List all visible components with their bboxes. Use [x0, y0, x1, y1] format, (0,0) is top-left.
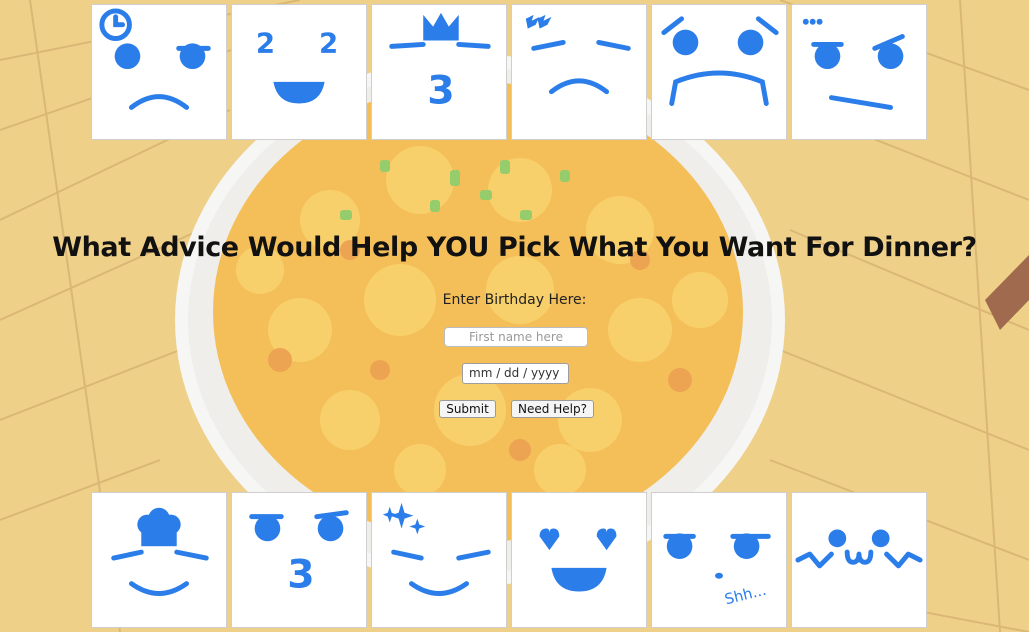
clock-sad-face-tile[interactable] [91, 4, 227, 140]
heart-eyes-face-icon [539, 528, 617, 592]
top-face-row: 2 2 3 [91, 4, 927, 140]
shh-text: Shh... [723, 582, 768, 609]
crown-three-face-tile[interactable]: 3 [371, 4, 507, 140]
dots-skeptical-face-icon [802, 18, 905, 110]
worried-frown-face-icon [661, 16, 779, 106]
owo-face-tile[interactable] [791, 492, 927, 628]
sparkle-smile-face-tile[interactable] [371, 492, 507, 628]
first-name-input[interactable] [444, 327, 588, 347]
shh-face-tile[interactable]: Shh... [651, 492, 787, 628]
need-help-button[interactable]: Need Help? [511, 400, 594, 418]
sparkle-smile-face-icon [382, 502, 491, 596]
shh-face-icon: Shh... [663, 533, 771, 609]
crown-three-face-icon: 3 [389, 12, 491, 114]
three-mouth-face-tile[interactable]: 3 [231, 492, 367, 628]
bottom-face-row: 3 Shh... [91, 492, 927, 628]
heart-eyes-face-tile[interactable] [511, 492, 647, 628]
chef-smile-face-tile[interactable] [91, 492, 227, 628]
worried-frown-face-tile[interactable] [651, 4, 787, 140]
tired-frown-face-tile[interactable] [511, 4, 647, 140]
dots-skeptical-face-tile[interactable] [791, 4, 927, 140]
svg-text:3: 3 [427, 68, 454, 114]
birthday-label: Enter Birthday Here: [442, 292, 587, 308]
chef-smile-face-icon [111, 507, 209, 596]
two-two-happy-face-tile[interactable]: 2 2 [231, 4, 367, 140]
tired-frown-face-icon [525, 14, 631, 95]
svg-text:2: 2 [319, 26, 338, 59]
two-two-happy-face-icon: 2 2 [256, 26, 338, 104]
owo-face-icon [795, 529, 923, 569]
page-title: What Advice Would Help YOU Pick What You… [52, 232, 977, 263]
birthday-date-input[interactable]: mm / dd / yyyy [462, 363, 569, 384]
clock-sad-face-icon [99, 8, 211, 110]
submit-button[interactable]: Submit [439, 400, 496, 418]
svg-text:2: 2 [256, 26, 275, 59]
three-mouth-face-icon: 3 [249, 510, 349, 598]
svg-text:3: 3 [287, 552, 314, 598]
